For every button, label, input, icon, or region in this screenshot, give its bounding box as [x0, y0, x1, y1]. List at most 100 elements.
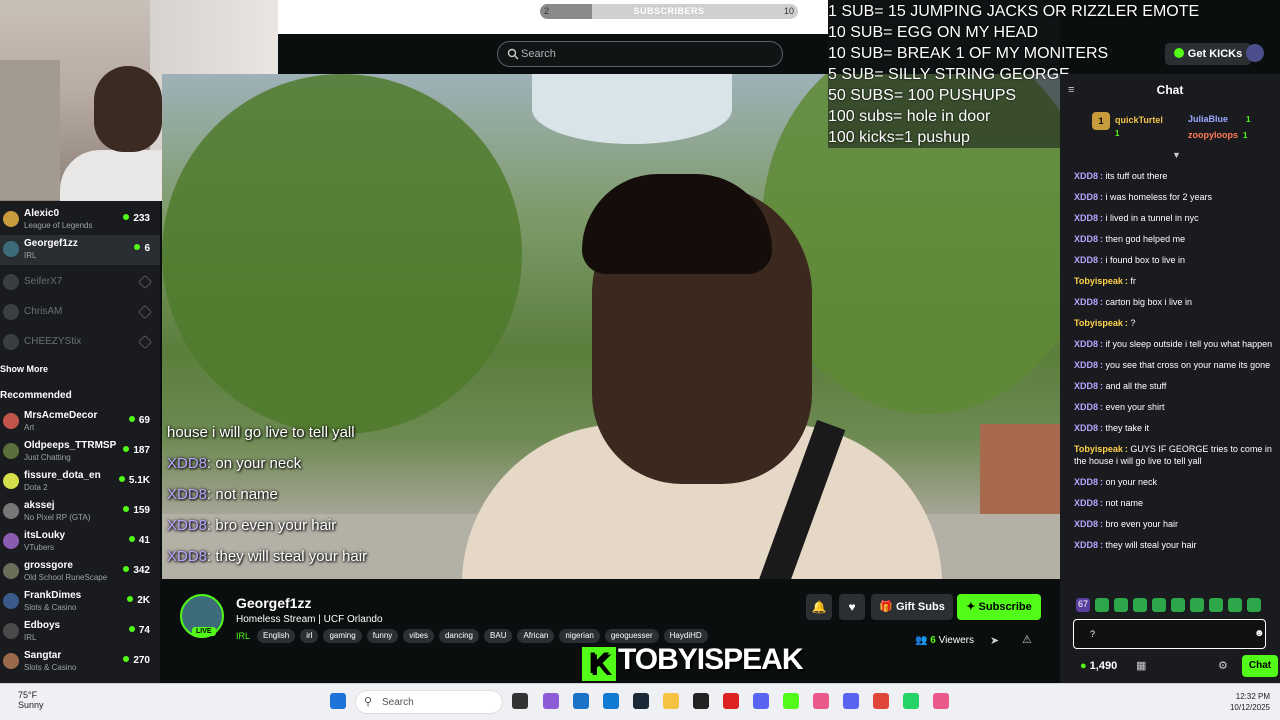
tag[interactable]: geoguesser	[604, 629, 659, 643]
sidebar-item-frankdimes[interactable]: FrankDimes Slots & Casino 2K	[0, 587, 160, 617]
epic-games-icon[interactable]	[693, 693, 709, 709]
chat-text: i lived in a tunnel in nyc	[1105, 213, 1199, 223]
taskbar-search[interactable]: ⚲ Search	[355, 690, 503, 714]
task-view-icon[interactable]	[512, 693, 528, 709]
chat-username[interactable]: Tobyispeak	[1074, 318, 1123, 328]
chat-input[interactable]: ? ☻	[1073, 619, 1266, 649]
store-icon[interactable]: ▦	[1136, 659, 1146, 672]
kick-icon[interactable]	[783, 693, 799, 709]
tag[interactable]: BAU	[484, 629, 513, 643]
chat-username[interactable]: XDD8	[1074, 519, 1098, 529]
sidebar-item-edboys[interactable]: Edboys IRL 74	[0, 617, 160, 647]
chevron-down-icon[interactable]: ▼	[1172, 150, 1181, 160]
chat-text: they will steal your hair	[1105, 540, 1197, 550]
system-clock[interactable]: 12:32 PM 10/12/2025	[1230, 691, 1270, 713]
leaderboard-entry[interactable]: zoopyloops 1	[1188, 130, 1247, 140]
user-avatar[interactable]	[1246, 44, 1264, 62]
video-player[interactable]: house i will go live to tell yall XDD8: …	[162, 74, 1060, 579]
send-chat-button[interactable]: Chat	[1242, 655, 1278, 677]
sidebar-item-alexic0[interactable]: Alexic0 League of Legends 233	[0, 205, 160, 235]
tag[interactable]: vibes	[403, 629, 434, 643]
stream-category[interactable]: IRL	[236, 631, 250, 641]
emote[interactable]	[1247, 598, 1262, 612]
chrome-icon[interactable]	[873, 693, 889, 709]
tag[interactable]: nigerian	[559, 629, 600, 643]
channel-points[interactable]: 1,490	[1080, 660, 1118, 672]
chat-username[interactable]: XDD8	[1074, 402, 1098, 412]
opera-icon[interactable]	[723, 693, 739, 709]
emoji-icon[interactable]: ☻	[1254, 628, 1265, 639]
chat-username[interactable]: XDD8	[1074, 381, 1098, 391]
search-input[interactable]: Search	[497, 41, 783, 67]
chat-username[interactable]: XDD8	[1074, 234, 1098, 244]
file-explorer-icon[interactable]	[663, 693, 679, 709]
chat-username[interactable]: XDD8	[1074, 171, 1098, 181]
share-icon[interactable]: ➤	[990, 634, 999, 647]
tag[interactable]: African	[517, 629, 555, 643]
app-icon[interactable]	[933, 693, 949, 709]
weather-widget[interactable]: 75°F Sunny	[6, 690, 44, 710]
leaderboard-entry[interactable]: quickTurtel	[1115, 115, 1163, 125]
sidebar-item-georgef1zz[interactable]: Georgef1zz IRL 6	[0, 235, 160, 265]
emote[interactable]	[1152, 598, 1167, 612]
sidebar-item-akssej[interactable]: akssej No Pixel RP (GTA) 159	[0, 497, 160, 527]
leaderboard-entry[interactable]: JuliaBlue 1	[1188, 114, 1250, 124]
chat-username[interactable]: XDD8	[1074, 297, 1098, 307]
notification-bell-button[interactable]: 🔔	[806, 594, 832, 620]
chat-username[interactable]: XDD8	[1074, 498, 1098, 508]
follow-button[interactable]: ♥	[839, 594, 865, 620]
emote[interactable]	[1228, 598, 1243, 612]
chat-username[interactable]: XDD8	[1074, 255, 1098, 265]
goal-line: 5 SUB= SILLY STRING GEORGE	[828, 66, 1070, 83]
chat-username[interactable]: XDD8	[1074, 213, 1098, 223]
sidebar-item-seiferx7[interactable]: SeiferX7	[0, 268, 160, 298]
emote[interactable]	[1171, 598, 1186, 612]
tag[interactable]: irl	[300, 629, 319, 643]
chat-username[interactable]: XDD8	[1074, 339, 1098, 349]
windows-start-icon[interactable]	[330, 693, 346, 709]
sidebar-item-grossgore[interactable]: grossgore Old School RuneScape 342	[0, 557, 160, 587]
tag[interactable]: funny	[366, 629, 399, 643]
store-app-icon[interactable]	[573, 693, 589, 709]
emote[interactable]	[1114, 598, 1129, 612]
get-kicks-button[interactable]: Get KICKs	[1165, 43, 1251, 65]
emote[interactable]	[1190, 598, 1205, 612]
emote-count[interactable]: 67	[1076, 598, 1091, 612]
chat-username[interactable]: XDD8	[1074, 192, 1098, 202]
emote[interactable]	[1209, 598, 1224, 612]
copilot-icon[interactable]	[543, 693, 559, 709]
overlay-chat-line: house i will go live to tell yall	[167, 424, 355, 441]
sidebar-item-itslouky[interactable]: itsLouky VTubers 41	[0, 527, 160, 557]
tag[interactable]: dancing	[438, 629, 480, 643]
chat-username[interactable]: Tobyispeak	[1074, 276, 1123, 286]
tag[interactable]: HaydiHD	[663, 629, 708, 643]
subscribe-button[interactable]: ✦ Subscribe	[957, 594, 1041, 620]
chat-username[interactable]: XDD8	[1074, 360, 1098, 370]
emote[interactable]	[1133, 598, 1148, 612]
discord-icon[interactable]	[843, 693, 859, 709]
sidebar-item-sangtar[interactable]: Sangtar Slots & Casino 270	[0, 647, 160, 677]
sidebar-item-oldpeeps[interactable]: Oldpeeps_TTRMSP Just Chatting 187	[0, 437, 160, 467]
chat-username[interactable]: XDD8	[1074, 477, 1098, 487]
sidebar-item-chrisam[interactable]: ChrisAM	[0, 298, 160, 328]
app-icon[interactable]	[753, 693, 769, 709]
edge-icon[interactable]	[603, 693, 619, 709]
emote[interactable]	[1095, 598, 1110, 612]
whatsapp-icon[interactable]	[903, 693, 919, 709]
channel-category: Just Chatting	[24, 453, 71, 462]
chat-username[interactable]: XDD8	[1074, 540, 1098, 550]
sidebar-item-fissure[interactable]: fissure_dota_en Dota 2 5.1K	[0, 467, 160, 497]
app-icon[interactable]	[813, 693, 829, 709]
tag[interactable]: English	[257, 629, 296, 643]
sidebar-item-cheezystix[interactable]: CHEEZYStix	[0, 328, 160, 358]
sidebar-item-mrsacmedecor[interactable]: MrsAcmeDecor Art 69	[0, 407, 160, 437]
channel-name[interactable]: Georgef1zz	[236, 595, 311, 611]
chat-username[interactable]: Tobyispeak	[1074, 444, 1123, 454]
show-more-link[interactable]: Show More	[0, 364, 48, 374]
gift-subs-button[interactable]: 🎁 Gift Subs	[871, 594, 953, 620]
steam-icon[interactable]	[633, 693, 649, 709]
report-icon[interactable]: ⚠	[1022, 633, 1032, 646]
chat-username[interactable]: XDD8	[1074, 423, 1098, 433]
gear-icon[interactable]: ⚙	[1218, 659, 1228, 672]
tag[interactable]: gaming	[323, 629, 362, 643]
